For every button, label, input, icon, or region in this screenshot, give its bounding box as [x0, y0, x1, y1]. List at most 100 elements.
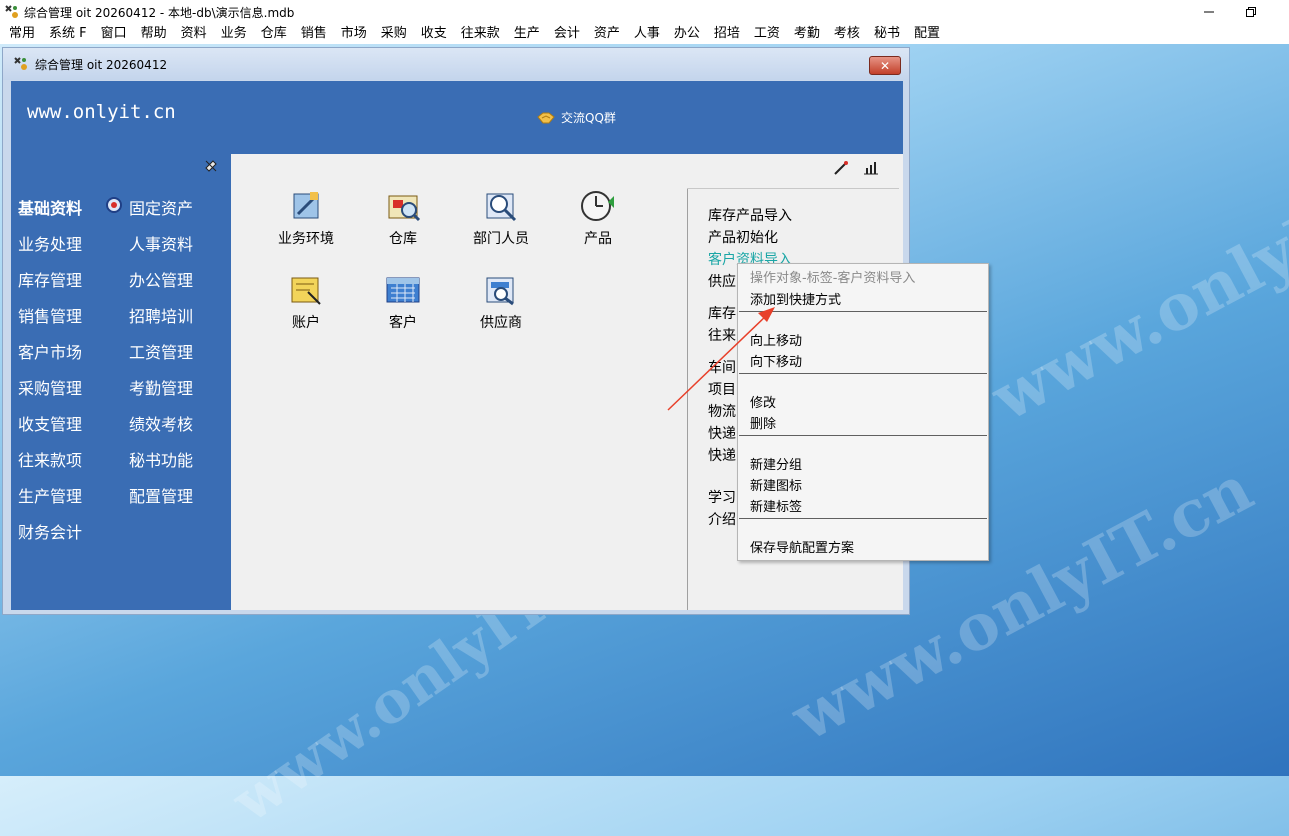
menu-item[interactable]: 采购: [374, 24, 414, 44]
restore-icon: [1246, 7, 1256, 17]
main-titlebar: 综合管理 oit 20260412 - 本地-db\演示信息.mdb: [0, 0, 1289, 24]
minimize-button[interactable]: [1186, 0, 1232, 24]
icon-tile[interactable]: 账户: [266, 272, 346, 344]
nav-item[interactable]: 库存管理: [18, 267, 82, 291]
menu-item[interactable]: 往来款: [454, 24, 507, 44]
icon-tile-label: 仓库: [389, 231, 417, 247]
menu-item[interactable]: 招培: [707, 24, 747, 44]
nav-item[interactable]: 往来款项: [18, 447, 82, 471]
menu-item[interactable]: 资料: [174, 24, 214, 44]
pin-icon[interactable]: [203, 158, 219, 174]
menu-item[interactable]: 秘书: [867, 24, 907, 44]
icon-tile-label: 供应商: [480, 315, 522, 331]
close-icon: ✕: [879, 58, 891, 73]
nav-item[interactable]: 财务会计: [18, 519, 82, 543]
quick-link[interactable]: 往来: [708, 325, 736, 345]
quick-link[interactable]: 库存产品导入: [708, 205, 792, 225]
menu-item[interactable]: 收支: [414, 24, 454, 44]
nav-item[interactable]: 招聘培训: [129, 303, 193, 327]
context-menu-item[interactable]: 删除: [750, 413, 776, 432]
context-menu-item[interactable]: 新建标签: [750, 496, 802, 515]
wand-tool-icon[interactable]: [833, 160, 849, 176]
context-menu-header: 操作对象-标签-客户资料导入: [750, 271, 916, 286]
nav-item[interactable]: 秘书功能: [129, 447, 193, 471]
context-menu-item[interactable]: 新建图标: [750, 475, 802, 494]
menu-item[interactable]: 人事: [627, 24, 667, 44]
icon-tile-label: 客户: [389, 315, 417, 331]
context-menu-item[interactable]: 向上移动: [750, 330, 802, 349]
nav-panel: 基础资料 固定资产业务处理 人事资料库存管理 办公管理销售管理 招聘培训客户市场 工资管理…: [11, 154, 231, 610]
menu-item[interactable]: 考勤: [787, 24, 827, 44]
context-menu-item[interactable]: 新建分组: [750, 454, 802, 473]
fixed-asset-icon: [106, 197, 122, 213]
chart-tool-icon[interactable]: [863, 160, 879, 176]
context-menu-item[interactable]: 添加到快捷方式: [750, 289, 841, 308]
account-icon: [291, 277, 321, 305]
menu-item[interactable]: 考核: [827, 24, 867, 44]
context-menu-separator: [739, 373, 987, 374]
quick-link[interactable]: 供应: [708, 271, 736, 291]
menu-item[interactable]: 业务: [214, 24, 254, 44]
quick-link[interactable]: 学习: [708, 487, 736, 507]
icon-tile[interactable]: 客户: [363, 272, 443, 344]
context-menu-item[interactable]: 保存导航配置方案: [750, 537, 854, 556]
menu-item[interactable]: 市场: [334, 24, 374, 44]
menu-item[interactable]: 会计: [547, 24, 587, 44]
main-window-title: 综合管理 oit 20260412 - 本地-db\演示信息.mdb: [24, 5, 295, 20]
menu-item[interactable]: 生产: [507, 24, 547, 44]
desktop-watermark-1: www.onlyIT.cn: [980, 131, 1289, 437]
menu-item[interactable]: 常用: [0, 24, 42, 44]
quick-link[interactable]: 快递: [708, 445, 736, 465]
icon-tile-label: 部门人员: [473, 231, 529, 247]
quick-link[interactable]: 物流: [708, 401, 736, 421]
nav-item[interactable]: 收支管理: [18, 411, 82, 435]
menu-item[interactable]: 配置: [907, 24, 947, 44]
icon-tile[interactable]: 产品: [558, 188, 638, 260]
menu-item[interactable]: 资产: [587, 24, 627, 44]
icon-tile[interactable]: 业务环境: [266, 188, 346, 260]
quick-link[interactable]: 快递: [708, 423, 736, 443]
restore-button[interactable]: [1228, 0, 1274, 24]
context-menu-separator: [739, 311, 987, 312]
nav-item[interactable]: 工资管理: [129, 339, 193, 363]
context-menu-item[interactable]: 向下移动: [750, 351, 802, 370]
quick-link[interactable]: 项目: [708, 379, 736, 399]
qq-group-link[interactable]: 交流QQ群: [537, 109, 616, 126]
menu-item[interactable]: 工资: [747, 24, 787, 44]
nav-item[interactable]: 基础资料: [18, 195, 82, 219]
quick-link[interactable]: 库存: [708, 303, 736, 323]
icon-tile[interactable]: 仓库: [363, 188, 443, 260]
menu-bar: 常用 系统 F 窗口 帮助 资料 业务 仓库 销售 市场 采购 收支 往来款 生产 会计 资产 人事 办公 招培工…: [0, 24, 1289, 44]
nav-item[interactable]: 人事资料: [129, 231, 193, 255]
menu-item[interactable]: 仓库: [254, 24, 294, 44]
minimize-icon: [1204, 11, 1214, 13]
nav-item[interactable]: 销售管理: [18, 303, 82, 327]
icon-tile-label: 业务环境: [278, 231, 334, 247]
nav-item[interactable]: 业务处理: [18, 231, 82, 255]
menu-item[interactable]: 系统 F: [42, 24, 94, 44]
handshake-icon: [537, 112, 555, 123]
menu-item[interactable]: 帮助: [134, 24, 174, 44]
nav-item[interactable]: 固定资产: [129, 195, 193, 219]
nav-item[interactable]: 考勤管理: [129, 375, 193, 399]
site-url[interactable]: www.onlyit.cn: [27, 101, 176, 123]
nav-item[interactable]: 生产管理: [18, 483, 82, 507]
icon-tile[interactable]: 供应商: [461, 272, 541, 344]
quick-link[interactable]: 产品初始化: [708, 227, 778, 247]
nav-item[interactable]: 客户市场: [18, 339, 82, 363]
menu-item[interactable]: 办公: [667, 24, 707, 44]
context-menu-separator: [739, 435, 987, 436]
child-close-button[interactable]: ✕: [869, 56, 901, 75]
nav-item[interactable]: 配置管理: [129, 483, 193, 507]
menu-item[interactable]: 销售: [294, 24, 334, 44]
nav-item[interactable]: 绩效考核: [129, 411, 193, 435]
nav-item[interactable]: 采购管理: [18, 375, 82, 399]
customer-icon: [386, 277, 420, 303]
context-menu-item[interactable]: 修改: [750, 392, 776, 411]
nav-item[interactable]: 办公管理: [129, 267, 193, 291]
menu-item[interactable]: 窗口: [94, 24, 134, 44]
quick-link[interactable]: 车间: [708, 357, 736, 377]
icon-tile[interactable]: 部门人员: [461, 188, 541, 260]
business-env-icon: [293, 192, 319, 219]
quick-link[interactable]: 介绍: [708, 509, 736, 529]
